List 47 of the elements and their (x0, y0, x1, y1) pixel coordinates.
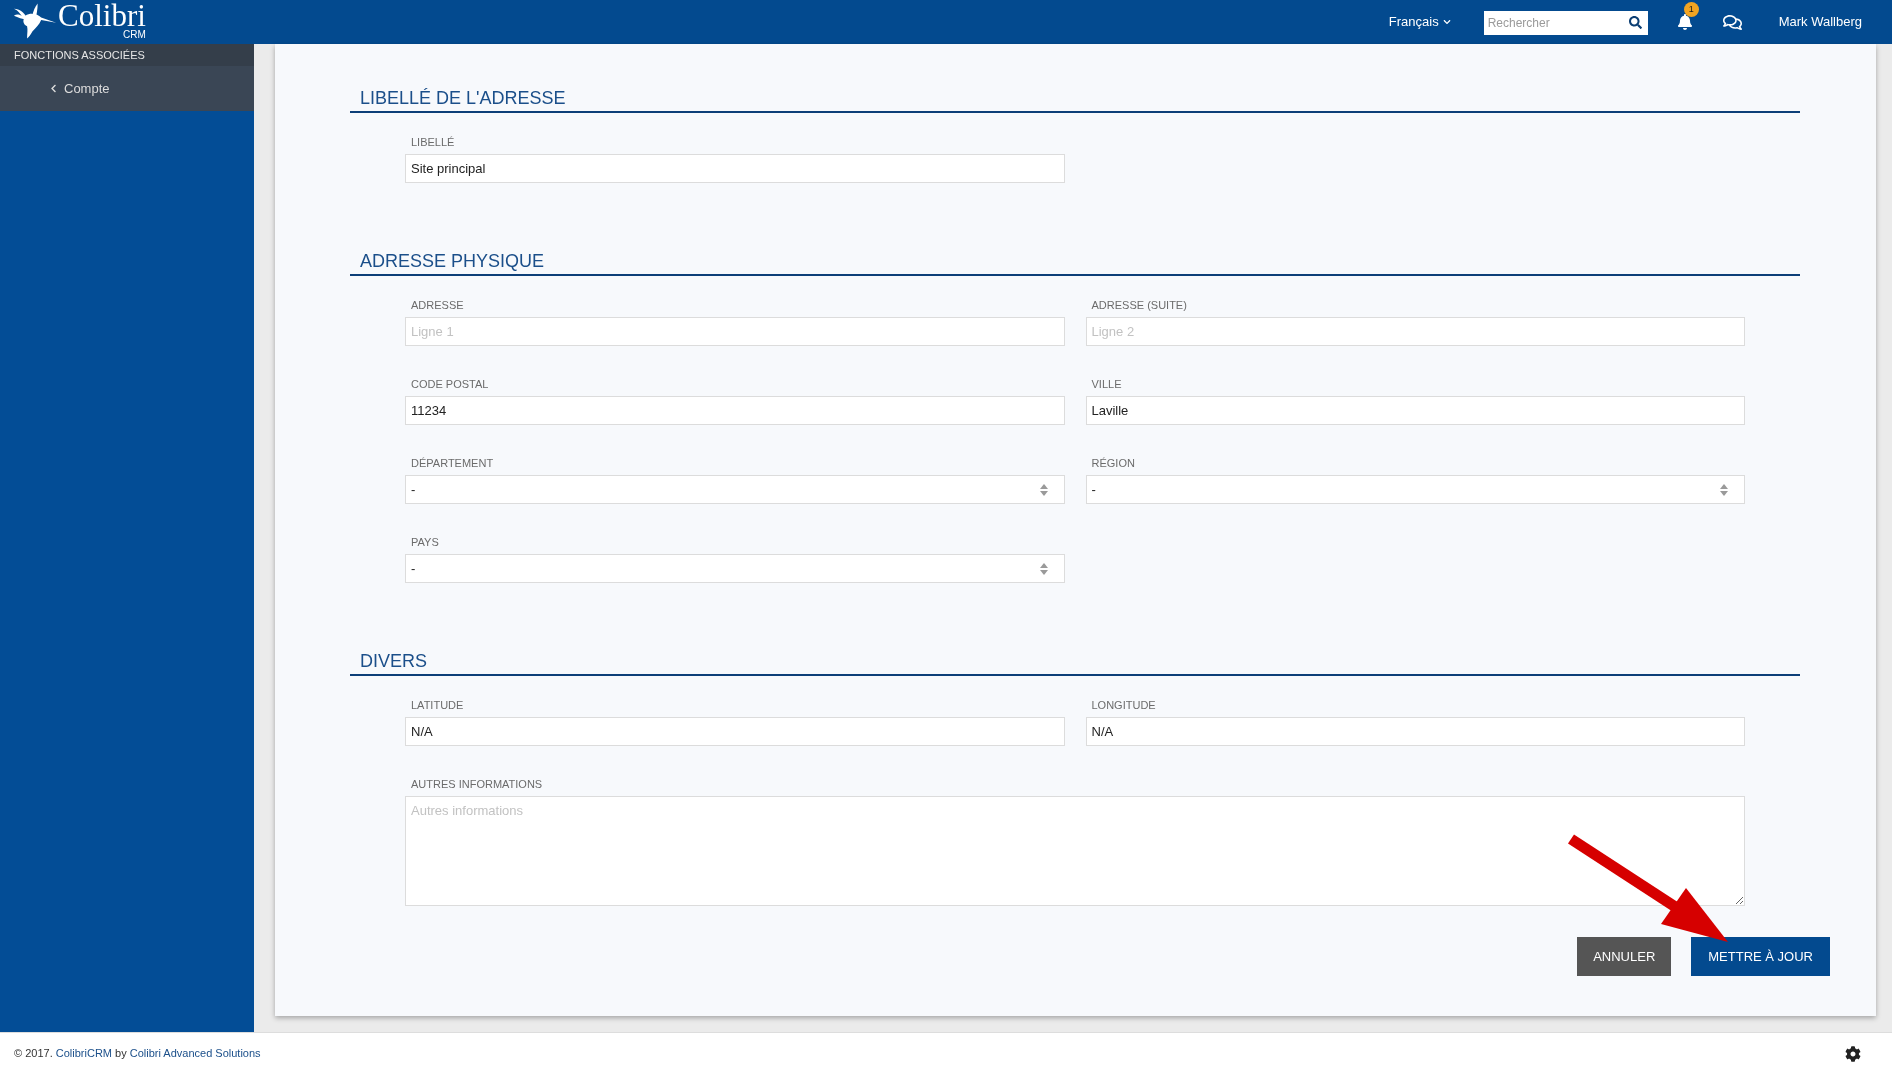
logo-subtitle: CRM (123, 29, 146, 40)
field-label: LATITUDE (410, 698, 465, 712)
input-field[interactable]: Ligne 1 (405, 317, 1065, 346)
sidebar-section-title: FONCTIONS ASSOCIÉES (14, 47, 145, 63)
input-field[interactable]: Laville (1085, 396, 1745, 425)
textarea-field[interactable]: Autres informations (405, 796, 1745, 906)
field-label: DÉPARTEMENT (410, 456, 495, 470)
field-label: PAYS (410, 535, 440, 549)
field-label: VILLE (1090, 377, 1123, 391)
field-label: RÉGION (1090, 456, 1136, 470)
field-label: AUTRES INFORMATIONS (410, 777, 544, 791)
user-menu[interactable]: Mark Wallberg (1778, 12, 1862, 32)
product-link[interactable]: ColibriCRM (55, 1047, 112, 1060)
search-icon[interactable] (1628, 16, 1642, 29)
chevron-left-icon (49, 84, 58, 93)
logo-wordmark: Colibri (58, 2, 146, 29)
field-label: CODE POSTAL (410, 377, 490, 391)
select-field[interactable]: - (405, 554, 1065, 583)
field-label: ADRESSE (410, 298, 465, 312)
search-field[interactable]: Rechercher (1483, 11, 1648, 35)
select-field[interactable]: - (405, 475, 1065, 504)
sort-arrows-icon (1039, 562, 1048, 575)
field-label: ADRESSE (SUITE) (1090, 298, 1188, 312)
copyright-text: © 2017. ColibriCRM by Colibri Advanced Solutions (14, 1046, 261, 1062)
cancel-button[interactable]: ANNULER (1577, 937, 1672, 976)
field-label: LIBELLÉ (410, 135, 456, 149)
chat-bubbles-icon[interactable] (1722, 12, 1742, 32)
update-button[interactable]: METTRE À JOUR (1691, 937, 1830, 976)
company-link[interactable]: Colibri Advanced Solutions (129, 1047, 261, 1060)
language-dropdown[interactable]: Français (1388, 12, 1451, 32)
section-heading: LIBELLÉ DE L'ADRESSE (350, 86, 1800, 113)
settings-icon[interactable] (1845, 1045, 1861, 1062)
select-field[interactable]: - (1085, 475, 1745, 504)
section-heading: DIVERS (350, 649, 1800, 676)
input-field[interactable]: Ligne 2 (1085, 317, 1745, 346)
section-heading: ADRESSE PHYSIQUE (350, 249, 1800, 276)
notification-count-badge: 1 (1683, 2, 1699, 17)
sort-arrows-icon (1720, 483, 1728, 496)
bell-icon[interactable] (1676, 14, 1693, 30)
back-link[interactable]: Compte (0, 66, 254, 111)
sort-arrows-icon (1039, 483, 1048, 496)
input-field[interactable]: N/A (405, 717, 1065, 746)
input-field[interactable]: 11234 (405, 396, 1065, 425)
input-field[interactable]: Site principal (405, 154, 1065, 183)
chevron-down-icon (1442, 18, 1451, 26)
field-label: LONGITUDE (1090, 698, 1157, 712)
input-field[interactable]: N/A (1085, 717, 1745, 746)
